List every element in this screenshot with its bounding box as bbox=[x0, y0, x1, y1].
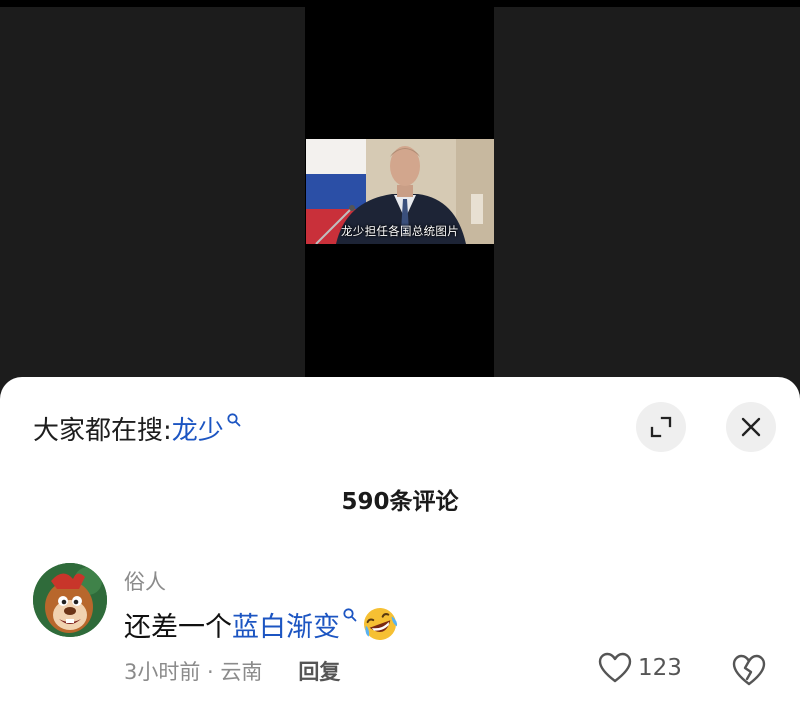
avatar-image bbox=[33, 563, 107, 637]
broken-heart-icon bbox=[732, 654, 766, 686]
close-button[interactable] bbox=[726, 402, 776, 452]
expand-icon bbox=[650, 416, 672, 438]
video-player[interactable]: 龙少担任各国总统图片 bbox=[0, 0, 800, 400]
like-button[interactable]: 123 bbox=[598, 652, 682, 684]
reply-button[interactable]: 回复 bbox=[298, 656, 340, 686]
expand-button[interactable] bbox=[636, 402, 686, 452]
video-caption: 龙少担任各国总统图片 bbox=[341, 224, 459, 238]
search-icon bbox=[343, 608, 357, 622]
search-icon bbox=[227, 413, 241, 427]
video-blur-left bbox=[0, 7, 305, 400]
app-root: 龙少担任各国总统图片 大家都在搜: 龙少 590条评论 俗人 还差一个 蓝白渐变… bbox=[0, 0, 800, 707]
avatar[interactable] bbox=[33, 563, 107, 637]
trending-search-term[interactable]: 龙少 bbox=[172, 410, 224, 447]
video-frame[interactable]: 龙少担任各国总统图片 bbox=[306, 139, 494, 244]
dislike-button[interactable] bbox=[731, 653, 767, 691]
comment-time-location: 3小时前 · 云南 bbox=[124, 660, 263, 684]
trending-search-prefix: 大家都在搜: bbox=[33, 415, 172, 446]
trending-search[interactable]: 大家都在搜: 龙少 bbox=[33, 408, 242, 448]
comment-search-link[interactable]: 蓝白渐变 bbox=[232, 605, 340, 644]
comment-body: 还差一个 蓝白渐变 bbox=[124, 604, 400, 644]
comment-meta: 3小时前 · 云南 回复 bbox=[124, 656, 340, 686]
rolling-on-floor-laughing-icon bbox=[364, 608, 398, 640]
video-blur-right bbox=[494, 7, 800, 400]
comment-author[interactable]: 俗人 bbox=[124, 566, 166, 596]
heart-icon bbox=[598, 652, 632, 683]
comment-count: 590条评论 bbox=[341, 489, 459, 515]
comment-text: 还差一个 bbox=[124, 611, 232, 643]
close-icon bbox=[741, 417, 761, 437]
like-count: 123 bbox=[638, 655, 682, 681]
